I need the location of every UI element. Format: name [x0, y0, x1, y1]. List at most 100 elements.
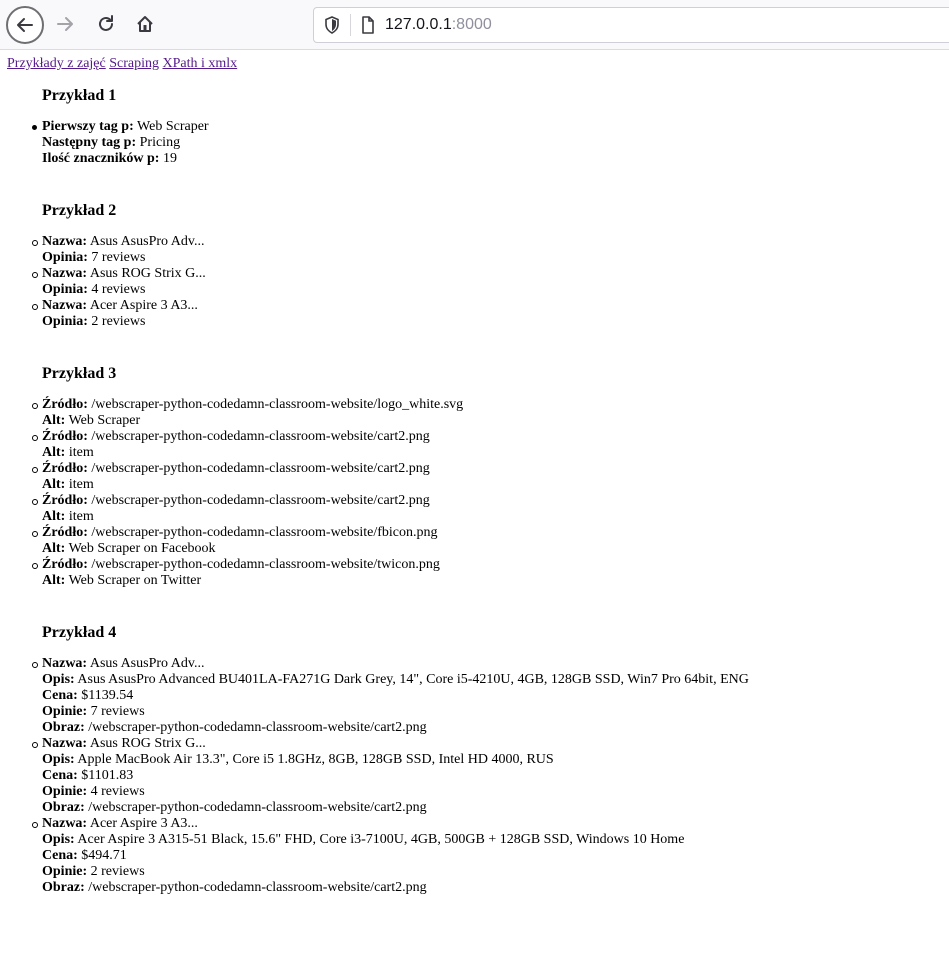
field-label: Opinia:: [42, 282, 88, 297]
field-value: 2 reviews: [87, 864, 145, 879]
section-example-2: Przykład 2 Nazwa: Asus AsusPro Adv... Opi…: [7, 201, 942, 330]
url-text[interactable]: 127.0.0.1:8000: [385, 16, 492, 34]
field-value: /webscraper-python-codedamn-classroom-we…: [87, 397, 464, 412]
field-value: Asus ROG Strix G...: [87, 736, 206, 751]
field-value: /webscraper-python-codedamn-classroom-we…: [87, 429, 430, 444]
home-icon: [137, 16, 153, 32]
field-label: Obraz:: [42, 720, 85, 735]
field-label: Opinie:: [42, 864, 88, 879]
arrow-right-icon: [57, 17, 73, 31]
arrow-left-icon: [17, 18, 33, 32]
reload-icon: [99, 15, 113, 31]
field-label: Alt:: [42, 573, 66, 588]
field-value: Asus AsusPro Advanced BU401LA-FA271G Dar…: [74, 672, 749, 687]
list-item: Źródło: /webscraper-python-codedamn-clas…: [32, 461, 942, 493]
section-example-1: Przykład 1 Pierwszy tag p: Web Scraper N…: [7, 86, 942, 167]
field-value: item: [65, 477, 94, 492]
field-value: 7 reviews: [87, 250, 146, 265]
field-value: 19: [159, 151, 177, 166]
field-label: Obraz:: [42, 880, 85, 895]
url-host: 127.0.0.1: [385, 16, 452, 33]
field-label: Nazwa:: [42, 736, 88, 751]
field-label: Źródło:: [42, 557, 88, 572]
field-value: /webscraper-python-codedamn-classroom-we…: [87, 493, 430, 508]
example-3-list: Źródło: /webscraper-python-codedamn-clas…: [32, 397, 942, 589]
list-item: Nazwa: Asus AsusPro Adv... Opis: Asus As…: [32, 656, 942, 736]
list-item: Źródło: /webscraper-python-codedamn-clas…: [32, 493, 942, 525]
field-value: $494.71: [77, 848, 127, 863]
field-value: Asus ROG Strix G...: [87, 266, 206, 281]
field-value: Acer Aspire 3 A315-51 Black, 15.6" FHD, …: [74, 832, 685, 847]
field-label: Opis:: [42, 752, 75, 767]
field-value: /webscraper-python-codedamn-classroom-we…: [84, 800, 427, 815]
home-button[interactable]: [127, 6, 163, 42]
field-value: item: [65, 445, 94, 460]
url-port: :8000: [451, 16, 492, 33]
field-label: Źródło:: [42, 525, 88, 540]
list-item: Nazwa: Asus ROG Strix G... Opinia: 4 revi…: [32, 266, 942, 298]
page-icon: [351, 8, 385, 42]
list-item: Źródło: /webscraper-python-codedamn-clas…: [32, 429, 942, 461]
field-label: Ilość znaczników p:: [42, 151, 160, 166]
forward-button[interactable]: [47, 6, 83, 42]
field-value: $1139.54: [77, 688, 134, 703]
list-item: Nazwa: Asus ROG Strix G... Opis: Apple M…: [32, 736, 942, 816]
field-label: Nazwa:: [42, 234, 88, 249]
section-title: Przykład 4: [42, 624, 117, 641]
field-label: Nazwa:: [42, 816, 88, 831]
section-title: Przykład 1: [42, 87, 117, 104]
field-value: Asus AsusPro Adv...: [87, 234, 205, 249]
example-1-list: Pierwszy tag p: Web Scraper Następny tag…: [32, 119, 942, 167]
nav-link-scraping[interactable]: Scraping: [109, 56, 159, 71]
field-label: Alt:: [42, 413, 66, 428]
field-value: /webscraper-python-codedamn-classroom-we…: [84, 880, 427, 895]
reload-button[interactable]: [88, 6, 124, 42]
field-value: Asus AsusPro Adv...: [87, 656, 205, 671]
field-value: 4 reviews: [87, 282, 146, 297]
field-label: Alt:: [42, 509, 66, 524]
page-content: Przykłady z zajęć Scraping XPath i xmlx …: [0, 50, 949, 896]
list-item: Nazwa: Acer Aspire 3 A3... Opis: Acer As…: [32, 816, 942, 896]
list-item: Pierwszy tag p: Web Scraper Następny tag…: [32, 119, 942, 167]
field-label: Źródło:: [42, 493, 88, 508]
section-example-3: Przykład 3 Źródło: /webscraper-python-co…: [7, 364, 942, 589]
list-item: Nazwa: Asus AsusPro Adv... Opinia: 7 revi…: [32, 234, 942, 266]
field-label: Nazwa:: [42, 298, 88, 313]
shield-icon[interactable]: [314, 8, 350, 42]
top-nav: Przykłady z zajęć Scraping XPath i xmlx: [7, 56, 942, 72]
field-value: Acer Aspire 3 A3...: [87, 816, 198, 831]
field-label: Nazwa:: [42, 266, 88, 281]
field-value: /webscraper-python-codedamn-classroom-we…: [87, 461, 430, 476]
field-label: Obraz:: [42, 800, 85, 815]
field-value: $1101.83: [77, 768, 134, 783]
example-4-list: Nazwa: Asus AsusPro Adv... Opis: Asus As…: [32, 656, 942, 896]
field-value: Apple MacBook Air 13.3", Core i5 1.8GHz,…: [74, 752, 554, 767]
field-value: /webscraper-python-codedamn-classroom-we…: [87, 525, 438, 540]
field-value: 4 reviews: [87, 784, 145, 799]
field-value: Web Scraper on Twitter: [65, 573, 202, 588]
field-label: Źródło:: [42, 461, 88, 476]
field-label: Cena:: [42, 688, 78, 703]
list-item: Źródło: /webscraper-python-codedamn-clas…: [32, 397, 942, 429]
field-label: Opinie:: [42, 704, 88, 719]
nav-link-przyklady[interactable]: Przykłady z zajęć: [7, 56, 106, 71]
list-item: Źródło: /webscraper-python-codedamn-clas…: [32, 557, 942, 589]
field-label: Opinia:: [42, 250, 88, 265]
field-value: Pricing: [136, 135, 181, 150]
field-label: Następny tag p:: [42, 135, 137, 150]
field-value: Web Scraper: [133, 119, 209, 134]
field-label: Alt:: [42, 541, 66, 556]
url-bar[interactable]: 127.0.0.1:8000: [313, 7, 949, 43]
field-label: Opis:: [42, 832, 75, 847]
field-value: 7 reviews: [87, 704, 145, 719]
list-item: Źródło: /webscraper-python-codedamn-clas…: [32, 525, 942, 557]
nav-link-xpath[interactable]: XPath i xmlx: [163, 56, 238, 71]
browser-toolbar: 127.0.0.1:8000: [0, 0, 949, 50]
field-label: Źródło:: [42, 429, 88, 444]
field-label: Cena:: [42, 768, 78, 783]
field-label: Alt:: [42, 477, 66, 492]
field-label: Opinia:: [42, 314, 88, 329]
field-value: Web Scraper: [65, 413, 141, 428]
back-button[interactable]: [6, 6, 44, 44]
section-title: Przykład 2: [42, 202, 117, 219]
